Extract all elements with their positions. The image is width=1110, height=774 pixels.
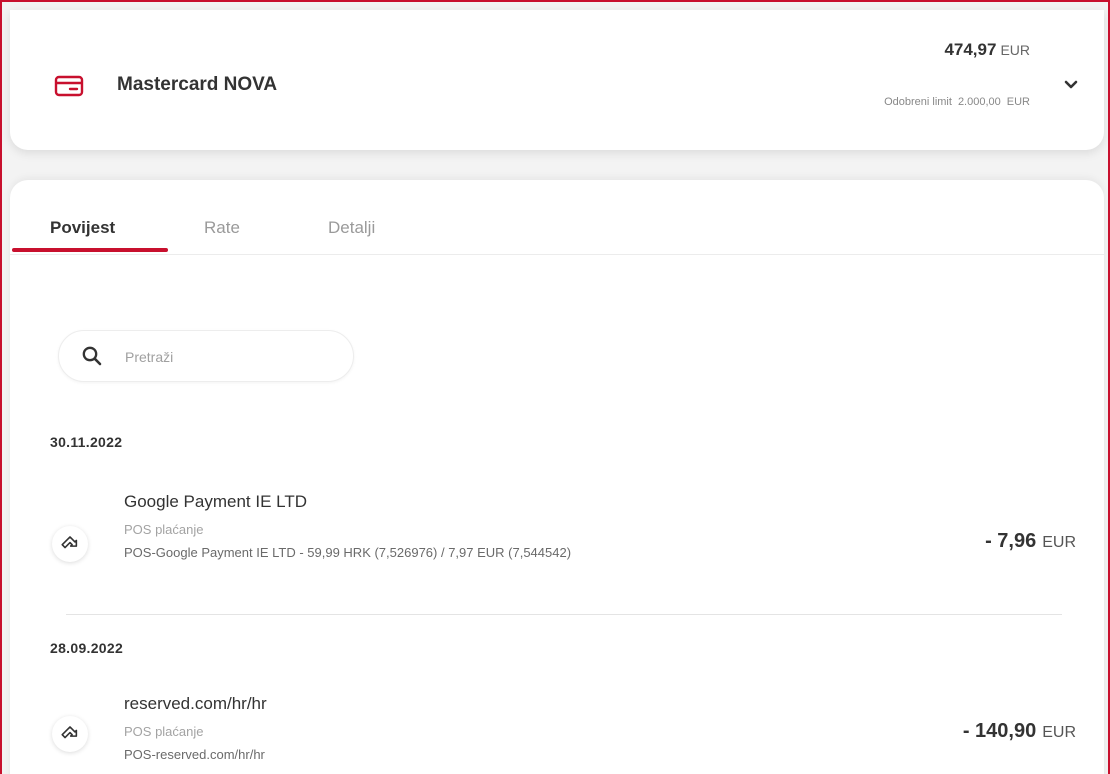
history-panel: Povijest Rate Detalji 30.11.2022 Google … (10, 180, 1104, 774)
card-summary[interactable]: Mastercard NOVA 474,97 EUR Odobreni limit… (10, 10, 1104, 150)
transaction-description: POS-reserved.com/hr/hr (124, 747, 265, 762)
card-balance: 474,97 EUR (944, 40, 1030, 60)
transaction-title: Google Payment IE LTD (124, 492, 307, 511)
tab-povijest[interactable]: Povijest (50, 218, 115, 238)
limit-value: 2.000,00 (957, 96, 1001, 108)
tab-bar: Povijest Rate Detalji (10, 180, 1104, 255)
limit-label: Odobreni limit (884, 96, 952, 108)
amount-value: - 7,96 (985, 530, 1037, 552)
divider (66, 614, 1062, 615)
amount-currency: EUR (1042, 724, 1076, 741)
chevron-down-icon[interactable] (1060, 74, 1082, 96)
tab-rate[interactable]: Rate (204, 218, 240, 238)
transaction-type: POS plaćanje (124, 522, 204, 537)
transaction-title: reserved.com/hr/hr (124, 694, 267, 713)
outgoing-arrow-icon (61, 536, 78, 549)
transaction-type: POS plaćanje (124, 724, 204, 739)
search-icon (82, 346, 102, 366)
balance-currency: EUR (1000, 42, 1030, 58)
date-header: 30.11.2022 (50, 434, 123, 450)
transaction-description: POS-Google Payment IE LTD - 59,99 HRK (7… (124, 545, 572, 560)
amount-value: - 140,90 (962, 720, 1037, 742)
app-frame: Mastercard NOVA 474,97 EUR Odobreni limit… (0, 0, 1110, 774)
transaction-icon (52, 716, 88, 752)
card-name: Mastercard NOVA (117, 74, 278, 95)
date-header: 28.09.2022 (50, 640, 124, 656)
transaction-amount: - 140,90 EUR (963, 720, 1076, 743)
tab-detalji[interactable]: Detalji (328, 218, 375, 238)
search-input[interactable] (123, 343, 337, 371)
outgoing-arrow-icon (61, 726, 78, 739)
limit-currency: EUR (1006, 96, 1030, 108)
amount-currency: EUR (1042, 534, 1076, 551)
credit-card-icon (54, 75, 84, 97)
transaction-icon (52, 526, 88, 562)
balance-amount: 474,97 (944, 40, 997, 59)
active-tab-indicator (12, 248, 168, 252)
transaction-amount: - 7,96 EUR (985, 530, 1076, 553)
approved-limit: Odobreni limit 2.000,00 EUR (884, 96, 1030, 108)
search-box[interactable] (58, 330, 354, 382)
